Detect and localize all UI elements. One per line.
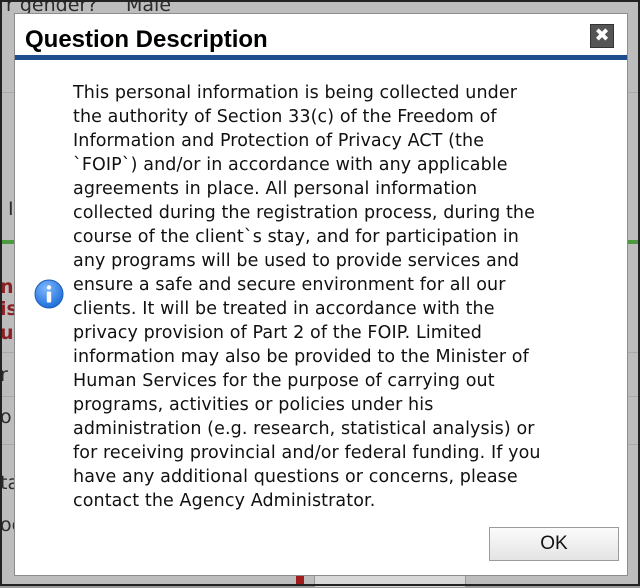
message-line: information may also be provided to the …	[73, 347, 529, 367]
message-line: contact the Agency Administrator.	[73, 491, 376, 511]
message-line: clients. It will be treated in accordanc…	[73, 299, 495, 319]
background-partial-text: n	[0, 276, 14, 298]
message-line: the authority of Section 33(c) of the Fr…	[73, 107, 497, 127]
message-line: have any additional questions or concern…	[73, 467, 518, 487]
background-partial-text: o	[0, 406, 12, 428]
question-description-dialog: Question Description ✖ This personal inf…	[14, 13, 628, 576]
dialog-titlebar: Question Description ✖	[15, 14, 627, 60]
dialog-message: This personal information is being colle…	[73, 81, 613, 513]
message-line: collected during the registration proces…	[73, 203, 535, 223]
message-line: administration (e.g. research, statistic…	[73, 419, 535, 439]
background-partial-text: I	[8, 198, 14, 220]
close-button[interactable]: ✖	[590, 24, 614, 48]
message-line: Information and Protection of Privacy AC…	[73, 131, 485, 151]
message-line: Human Services for the purpose of carryi…	[73, 371, 495, 391]
message-line: This personal information is being colle…	[73, 83, 518, 103]
message-line: ensure a safe and secure environment for…	[73, 275, 506, 295]
message-line: privacy provision of Part 2 of the FOIP.…	[73, 323, 482, 343]
message-line: agreements in place. All personal inform…	[73, 179, 478, 199]
dialog-title: Question Description	[25, 26, 268, 53]
background-input	[314, 575, 466, 588]
message-line: for receiving provincial and/or federal …	[73, 443, 541, 463]
close-icon: ✖	[594, 25, 610, 46]
message-line: any programs will be used to provide ser…	[73, 251, 520, 271]
background-partial-text: r	[0, 364, 8, 386]
background-partial-text: u	[0, 322, 14, 344]
ok-button[interactable]: OK	[489, 527, 619, 561]
info-icon	[34, 279, 64, 309]
message-line: programs, activities or policies under h…	[73, 395, 434, 415]
message-line: course of the client`s stay, and for par…	[73, 227, 519, 247]
background-red-marker	[296, 576, 304, 586]
message-line: `FOIP`) and/or in accordance with any ap…	[73, 155, 508, 175]
